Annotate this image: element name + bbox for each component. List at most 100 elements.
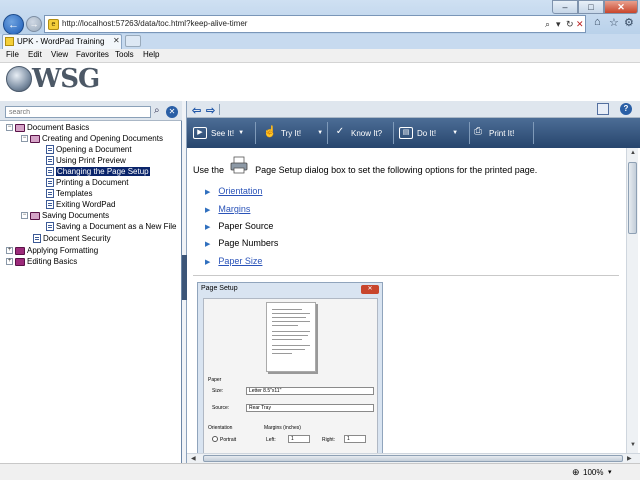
see-it-icon: ▶ xyxy=(193,127,207,139)
menu-file[interactable]: File xyxy=(6,50,19,59)
dropdown-arrow-icon[interactable]: ▼ xyxy=(317,130,323,136)
browser-tab[interactable]: UPK - WordPad Training ✕ xyxy=(2,34,122,49)
forward-button[interactable]: → xyxy=(26,16,42,32)
menu-edit[interactable]: Edit xyxy=(28,50,42,59)
see-it-button[interactable]: ▶ See It! ▼ xyxy=(193,118,244,148)
toc-label-selected: Changing the Page Setup xyxy=(56,167,150,176)
horizontal-scroll-thumb[interactable] xyxy=(203,455,623,462)
toc-item-exiting-wordpad[interactable]: Exiting WordPad xyxy=(46,200,115,211)
collapse-toggle-icon[interactable]: − xyxy=(21,135,28,143)
toc-item-saving-documents[interactable]: − Saving Documents xyxy=(21,211,109,222)
toc-item-printing-document[interactable]: Printing a Document xyxy=(46,178,128,189)
know-it-button[interactable]: ✓ Know It? xyxy=(333,118,382,148)
previous-topic-icon[interactable]: ⇦ xyxy=(192,104,201,117)
toc-item-page-setup[interactable]: Changing the Page Setup xyxy=(46,167,150,178)
tab-title: UPK - WordPad Training xyxy=(17,37,105,46)
status-bar: ⊕ 100% ▾ xyxy=(0,463,640,480)
scroll-left-icon[interactable]: ◀ xyxy=(191,455,196,462)
toc-item-print-preview[interactable]: Using Print Preview xyxy=(46,156,126,167)
mode-label: See It! xyxy=(211,128,235,138)
toc-item-applying-formatting[interactable]: + Applying Formatting xyxy=(6,246,98,257)
scroll-down-icon[interactable]: ▼ xyxy=(630,442,636,448)
clear-search-icon[interactable]: ✕ xyxy=(166,106,178,118)
topic-page-icon xyxy=(46,156,54,166)
option-paper-size[interactable]: ▶ Paper Size xyxy=(205,256,262,266)
closed-book-icon xyxy=(15,246,25,255)
print-it-button[interactable]: ⎙ Print It! xyxy=(471,118,514,148)
play-mode-bar: ▶ See It! ▼ ☝ Try It! ▼ ✓ Know It? ▤ Do It! ▼ ⎙… xyxy=(187,118,640,148)
paper-group-label: Paper xyxy=(208,377,222,383)
bullet-triangle-icon: ▶ xyxy=(205,189,211,196)
toc-item-editing-basics[interactable]: + Editing Basics xyxy=(6,257,77,268)
do-it-button[interactable]: ▤ Do It! ▼ xyxy=(399,118,458,148)
minimize-button[interactable]: – xyxy=(552,0,578,14)
maximize-button[interactable]: □ xyxy=(578,0,604,14)
zoom-level[interactable]: 100% xyxy=(583,468,603,477)
topic-page-icon xyxy=(33,234,41,244)
divider xyxy=(193,275,619,276)
horizontal-scrollbar[interactable]: ◀ ▶ xyxy=(187,453,640,463)
dropdown-arrow-icon[interactable]: ▼ xyxy=(452,130,458,136)
search-icon[interactable]: ⌕ xyxy=(545,19,550,30)
intro-after: Page Setup dialog box to set the followi… xyxy=(255,165,538,175)
expand-toggle-icon[interactable]: + xyxy=(6,247,13,255)
toc-item-creating-opening[interactable]: − Creating and Opening Documents xyxy=(21,134,163,145)
back-arrow-icon: ← xyxy=(8,18,19,31)
toc-item-document-security[interactable]: Document Security xyxy=(33,234,111,245)
option-link[interactable]: Margins xyxy=(218,204,250,214)
favorites-star-icon[interactable]: ☆ xyxy=(609,16,619,29)
try-it-button[interactable]: ☝ Try It! ▼ xyxy=(263,118,323,148)
stop-icon[interactable]: ✕ xyxy=(576,19,584,30)
help-icon[interactable]: ? xyxy=(620,103,632,115)
search-icon[interactable]: ⌕ xyxy=(154,105,160,116)
option-orientation[interactable]: ▶ Orientation xyxy=(205,186,262,196)
option-link[interactable]: Paper Size xyxy=(218,256,262,266)
close-window-button[interactable]: ✕ xyxy=(604,0,638,14)
back-button[interactable]: ← xyxy=(3,14,24,35)
scroll-up-icon[interactable]: ▲ xyxy=(630,150,636,156)
size-select: Letter 8.5"x11" xyxy=(246,387,374,395)
menu-bar: File Edit View Favorites Tools Help xyxy=(0,49,640,63)
option-text: Page Numbers xyxy=(218,238,279,248)
refresh-icon[interactable]: ↻ xyxy=(566,19,574,30)
page-setup-dialog-image: Page Setup ✕ Paper Size: Letter 8.5"x11"… xyxy=(197,282,383,453)
address-url[interactable]: http://localhost:57263/data/toc.html?kee… xyxy=(62,19,247,28)
right-margin-input: 1 xyxy=(344,435,366,443)
dropdown-arrow-icon[interactable]: ▼ xyxy=(238,130,244,136)
tab-close-icon[interactable]: ✕ xyxy=(113,36,120,45)
mode-separator xyxy=(255,122,256,144)
toc-item-document-basics[interactable]: − Document Basics xyxy=(6,123,89,134)
menu-favorites[interactable]: Favorites xyxy=(76,50,109,59)
dropdown-icon[interactable]: ▾ xyxy=(556,19,561,30)
portrait-radio xyxy=(212,436,218,442)
vertical-scroll-thumb[interactable] xyxy=(628,162,637,234)
toc-item-templates[interactable]: Templates xyxy=(46,189,92,200)
toc-label: Creating and Opening Documents xyxy=(42,134,163,143)
option-link[interactable]: Orientation xyxy=(218,186,262,196)
toc-label: Editing Basics xyxy=(27,257,78,266)
settings-gear-icon[interactable]: ⚙ xyxy=(624,16,634,29)
menu-view[interactable]: View xyxy=(51,50,68,59)
scroll-right-icon[interactable]: ▶ xyxy=(627,455,632,462)
mode-separator xyxy=(533,122,534,144)
search-input[interactable] xyxy=(5,106,151,118)
toc-item-opening-document[interactable]: Opening a Document xyxy=(46,145,132,156)
zoom-dropdown-icon[interactable]: ▾ xyxy=(608,468,612,476)
collapse-toggle-icon[interactable]: − xyxy=(6,124,13,132)
collapse-toggle-icon[interactable]: − xyxy=(21,212,28,220)
toc-item-save-as-new[interactable]: Saving a Document as a New File xyxy=(46,222,177,233)
toc-label: Opening a Document xyxy=(56,145,132,154)
option-margins[interactable]: ▶ Margins xyxy=(205,204,250,214)
preview-line xyxy=(272,349,305,350)
menu-tools[interactable]: Tools xyxy=(115,50,134,59)
intro-before: Use the xyxy=(193,165,225,175)
next-topic-icon[interactable]: ⇨ xyxy=(206,104,215,117)
topic-page-icon xyxy=(46,189,54,199)
new-tab-button[interactable] xyxy=(125,35,141,47)
address-bar[interactable]: e http://localhost:57263/data/toc.html?k… xyxy=(44,15,586,33)
menu-help[interactable]: Help xyxy=(143,50,159,59)
home-icon[interactable]: ⌂ xyxy=(594,16,601,28)
vertical-scrollbar[interactable]: ▲ ▼ xyxy=(626,148,638,453)
print-window-icon[interactable] xyxy=(597,103,609,115)
expand-toggle-icon[interactable]: + xyxy=(6,258,13,266)
